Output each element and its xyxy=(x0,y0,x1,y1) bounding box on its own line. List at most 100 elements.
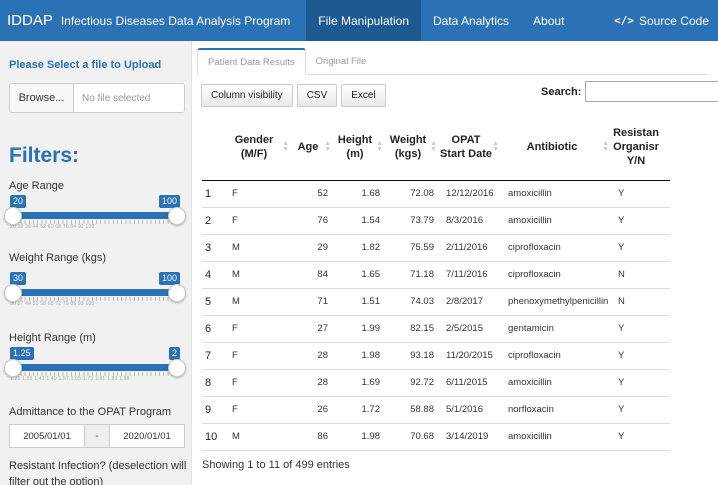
sidebar: Please Select a file to Upload Browse...… xyxy=(0,41,192,485)
antibiotic-cell: amoxicillin xyxy=(502,369,612,397)
height-cell: 1.51 xyxy=(334,288,386,316)
table-row[interactable]: 7 F 28 1.98 93.18 11/20/2015 ciprofloxacin Y xyxy=(202,342,670,370)
age-cell: 52 xyxy=(292,180,334,208)
table-row[interactable]: 8 F 28 1.69 92.72 6/11/2015 amoxicillin Y xyxy=(202,369,670,397)
height-max-value: 2 xyxy=(168,347,180,360)
column-header-age[interactable]: Age ▲ ▼ xyxy=(292,114,334,181)
row-index: 8 xyxy=(202,369,226,397)
antibiotic-cell: gentamicin xyxy=(502,315,612,343)
gender-cell: F xyxy=(226,180,292,208)
resistant-cell: Y xyxy=(612,234,670,262)
start-date-cell: 5/1/2016 xyxy=(440,396,502,424)
column-visibility-button[interactable]: Column visibility xyxy=(201,84,293,107)
table-row[interactable]: 2 F 76 1.54 73.79 8/3/2016 amoxicillin Y xyxy=(202,207,670,235)
excel-button[interactable]: Excel xyxy=(341,84,386,107)
age-cell: 28 xyxy=(292,342,334,370)
start-date-cell: 2/8/2017 xyxy=(440,288,502,316)
table-body: 1 F 52 1.68 72.08 12/12/2016 amoxicillin Y 2 F 76 1… xyxy=(202,180,670,451)
gender-cell: M xyxy=(226,423,292,451)
weight-cell: 82.15 xyxy=(386,315,440,343)
gender-cell: F xyxy=(226,369,292,397)
row-index: 5 xyxy=(202,288,226,316)
date-start-input[interactable]: 2005/01/01 xyxy=(9,424,85,448)
weight-cell: 92.72 xyxy=(386,369,440,397)
table-row[interactable]: 10 M 86 1.98 70.68 3/14/2019 amoxicillin Y xyxy=(202,423,670,451)
table-row[interactable]: 1 F 52 1.68 72.08 12/12/2016 amoxicillin Y xyxy=(202,180,670,208)
gender-cell: F xyxy=(226,396,292,424)
height-max-handle[interactable] xyxy=(168,359,186,377)
height-range-slider[interactable]: 1.25 2 1.25 1.33 1.41 1.49 1.57 1.65 1.7… xyxy=(4,347,186,385)
row-index: 1 xyxy=(202,180,226,208)
column-header-opat-start-date[interactable]: OPAT Start Date ▲ ▼ xyxy=(440,114,502,181)
age-range-label: Age Range xyxy=(9,180,65,192)
antibiotic-cell: ciprofloxacin xyxy=(502,234,612,262)
resistant-cell: Y xyxy=(612,369,670,397)
nav-file-manipulation[interactable]: File Manipulation xyxy=(306,0,421,41)
gender-cell: M xyxy=(226,261,292,289)
start-date-cell: 2/5/2015 xyxy=(440,315,502,343)
tab-patient-data-results[interactable]: Patient Data Results xyxy=(197,48,306,75)
sort-icon: ▲ ▼ xyxy=(282,139,289,153)
antibiotic-cell: ciprofloxacin xyxy=(502,261,612,289)
code-icon: </> xyxy=(614,14,634,27)
age-cell: 27 xyxy=(292,315,334,343)
search-input[interactable] xyxy=(585,81,718,102)
navbar: IDDAP Infectious Diseases Data Analysis … xyxy=(0,0,718,41)
age-slider-track[interactable] xyxy=(12,212,176,219)
weight-max-handle[interactable] xyxy=(168,284,186,302)
weight-range-slider[interactable]: 30 100 30 37 44 51 58 65 72 79 86 93 100 xyxy=(4,272,186,310)
height-min-handle[interactable] xyxy=(4,359,22,377)
age-cell: 86 xyxy=(292,423,334,451)
age-max-handle[interactable] xyxy=(168,207,186,225)
weight-cell: 71.18 xyxy=(386,261,440,289)
tab-original-file[interactable]: Original File xyxy=(306,48,377,75)
start-date-cell: 2/11/2016 xyxy=(440,234,502,262)
antibiotic-cell: amoxicillin xyxy=(502,207,612,235)
tab-bar: Patient Data Results Original File xyxy=(197,48,708,75)
brand-logo[interactable]: IDDAP xyxy=(0,12,61,29)
weight-cell: 74.03 xyxy=(386,288,440,316)
age-tick-labels: 20 28 36 44 52 60 68 76 84 92 100 xyxy=(10,224,95,230)
height-slider-track[interactable] xyxy=(12,364,176,371)
table-row[interactable]: 4 M 84 1.65 71.18 7/11/2016 ciprofloxacin N xyxy=(202,261,670,289)
column-header-resistant-organism[interactable]: Resistan Organisr Y/N xyxy=(612,114,670,181)
antibiotic-cell: ciprofloxacin xyxy=(502,342,612,370)
column-header-antibiotic[interactable]: Antibiotic ▲ ▼ xyxy=(502,114,612,181)
table-row[interactable]: 6 F 27 1.99 82.15 2/5/2015 gentamicin Y xyxy=(202,315,670,343)
column-header-height[interactable]: Height (m) ▲ ▼ xyxy=(334,114,386,181)
sort-icon: ▲ ▼ xyxy=(602,139,609,153)
file-name-field[interactable]: No file selected xyxy=(74,83,185,113)
weight-min-handle[interactable] xyxy=(4,284,22,302)
weight-range-label: Weight Range (kgs) xyxy=(9,252,107,264)
header-label: Antibiotic xyxy=(526,140,578,153)
table-row[interactable]: 9 F 26 1.72 58.88 5/1/2016 norfloxacin Y xyxy=(202,396,670,424)
column-header-weight[interactable]: Weight (kgs) ▲ ▼ xyxy=(386,114,440,181)
column-header-gender[interactable]: Gender (M/F) ▲ ▼ xyxy=(226,114,292,181)
age-range-slider[interactable]: 20 100 20 28 36 44 52 60 68 76 84 92 100 xyxy=(4,195,186,233)
csv-button[interactable]: CSV xyxy=(296,84,338,107)
weight-slider-track[interactable] xyxy=(12,289,176,296)
gender-cell: F xyxy=(226,315,292,343)
age-cell: 28 xyxy=(292,369,334,397)
start-date-cell: 3/14/2019 xyxy=(440,423,502,451)
start-date-cell: 8/3/2016 xyxy=(440,207,502,235)
weight-tick-labels: 30 37 44 51 58 65 72 79 86 93 100 xyxy=(10,301,95,307)
weight-cell: 93.18 xyxy=(386,342,440,370)
antibiotic-cell: amoxicillin xyxy=(502,180,612,208)
height-cell: 1.54 xyxy=(334,207,386,235)
age-cell: 29 xyxy=(292,234,334,262)
patient-data-table: Gender (M/F) ▲ ▼ Age ▲ ▼ Height (m) ▲ ▼ Weight… xyxy=(202,114,670,451)
table-row[interactable]: 3 M 29 1.82 75.59 2/11/2016 ciprofloxacin Y xyxy=(202,234,670,262)
sort-icon: ▲ ▼ xyxy=(324,139,331,153)
browse-button[interactable]: Browse... xyxy=(9,83,74,113)
height-tick-labels: 1.25 1.33 1.41 1.49 1.57 1.65 1.73 1.81 … xyxy=(10,376,130,382)
date-end-input[interactable]: 2020/01/01 xyxy=(109,424,185,448)
nav-data-analytics[interactable]: Data Analytics xyxy=(421,0,521,41)
resistant-cell: Y xyxy=(612,423,670,451)
table-row[interactable]: 5 M 71 1.51 74.03 2/8/2017 phenoxymethylpenici… xyxy=(202,288,670,316)
nav-about[interactable]: About xyxy=(521,0,576,41)
column-header-index xyxy=(202,114,226,181)
age-min-handle[interactable] xyxy=(4,207,22,225)
source-code-link[interactable]: </> Source Code xyxy=(614,14,718,28)
source-code-label: Source Code xyxy=(638,13,709,28)
